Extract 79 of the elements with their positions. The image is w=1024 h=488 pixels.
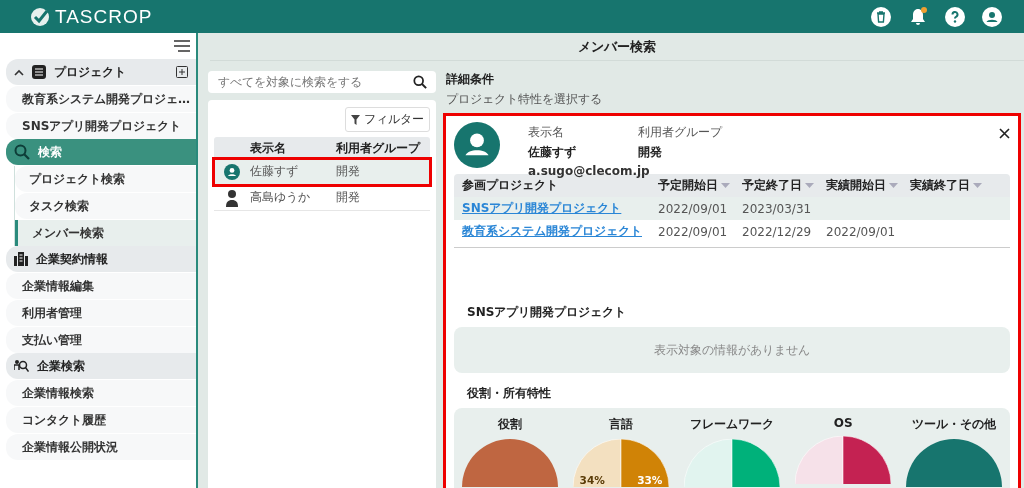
search-icon <box>14 144 30 160</box>
column-header[interactable]: 参画プロジェクト <box>462 177 558 194</box>
column-header[interactable]: 予定終了日 <box>742 177 802 194</box>
sidebar-group-label: 企業契約情報 <box>36 250 109 268</box>
table-cell: 2022/09/01 <box>826 224 896 239</box>
member-row[interactable]: 佐藤すず 開発 <box>214 159 430 185</box>
chart-title: 役割 <box>497 416 522 433</box>
sidebar-item[interactable]: 企業情報検索 <box>6 380 196 406</box>
sidebar-group-label: 検索 <box>38 143 63 161</box>
close-icon[interactable] <box>999 128 1010 139</box>
sidebar-group[interactable]: 企業検索 <box>6 353 196 379</box>
menu-icon[interactable] <box>174 40 190 52</box>
sidebar-item[interactable]: プロジェクト検索 <box>15 166 196 192</box>
member-name: 高島ゆうか <box>250 189 311 206</box>
section-title: 役割・所有特性 <box>466 385 552 402</box>
sidebar-group[interactable]: 検索 <box>6 139 196 165</box>
table-cell: 2023/03/31 <box>742 201 812 216</box>
table-cell: 2022/09/01 <box>658 201 728 216</box>
member-row[interactable]: 高島ゆうか 開発 <box>214 185 430 211</box>
user-account-icon[interactable] <box>982 6 1002 27</box>
sidebar-item[interactable]: メンバー検索 <box>15 220 196 246</box>
sidebar-group-label: プロジェクト <box>54 63 127 81</box>
member-name: 佐藤すず <box>528 144 577 161</box>
chart-title: 言語 <box>608 416 633 433</box>
slice-label: 33% <box>636 474 663 487</box>
avatar-icon <box>454 122 500 168</box>
sidebar-item[interactable]: 企業情報編集 <box>6 273 196 299</box>
sidebar-item[interactable]: 教育系システム開発プロジェ… <box>6 86 196 112</box>
table-row[interactable]: 教育系システム開発プロジェクト 2022/09/01 2022/12/29 2022/09/01 <box>454 220 1010 243</box>
search-icon[interactable] <box>413 75 427 89</box>
page-title: メンバー検索 <box>578 37 656 56</box>
member-email: a.sugo@clecom.jp <box>528 164 651 178</box>
column-header[interactable]: 実績開始日 <box>826 177 886 194</box>
check-logo-icon <box>30 6 50 27</box>
table-cell: 2022/09/01 <box>658 224 728 239</box>
sidebar-item[interactable]: 企業情報公開状況 <box>6 434 196 460</box>
sidebar-group[interactable]: プロジェクト <box>6 59 196 85</box>
help-icon[interactable] <box>945 6 965 27</box>
person-silhouette-icon <box>226 188 238 207</box>
sidebar-item[interactable]: コンタクト履歴 <box>6 407 196 433</box>
project-link[interactable]: 教育系システム開発プロジェクト <box>462 223 642 240</box>
sidebar-group[interactable]: 企業契約情報 <box>6 246 196 272</box>
app-logo-text: TASCROP <box>55 5 153 28</box>
people-search-icon <box>14 358 29 374</box>
section-title: SNSアプリ開発プロジェクト <box>466 304 628 321</box>
building-icon <box>14 252 28 266</box>
field-label: 表示名 <box>528 124 565 141</box>
table-row[interactable]: SNSアプリ開発プロジェクト 2022/09/01 2023/03/31 <box>454 197 1010 220</box>
field-label: 利用者グループ <box>638 124 724 141</box>
bell-icon[interactable] <box>908 6 928 27</box>
member-group: 開発 <box>336 189 430 206</box>
sidebar-item[interactable]: 利用者管理 <box>6 300 196 326</box>
search-field[interactable]: すべてを対象に検索をする <box>208 71 436 93</box>
chevron-icon[interactable] <box>14 68 24 76</box>
avatar-icon <box>224 163 240 180</box>
add-icon[interactable] <box>176 66 188 78</box>
sidebar-item[interactable]: タスク検索 <box>15 193 196 219</box>
member-group: 開発 <box>638 144 748 161</box>
slice-label: 34% <box>579 474 605 487</box>
column-header: 利用者グループ <box>336 139 422 157</box>
member-group: 開発 <box>336 163 430 180</box>
column-header[interactable]: 予定開始日 <box>658 177 718 194</box>
funnel-icon <box>351 114 360 125</box>
chart-title: フレームワーク <box>689 416 774 433</box>
sidebar-item[interactable]: 支払い管理 <box>6 327 196 353</box>
trash-icon[interactable] <box>871 6 891 27</box>
empty-state-box: 表示対象の情報がありません <box>454 327 1010 373</box>
conditions-heading: 詳細条件 <box>446 71 495 88</box>
column-header[interactable]: 実績終了日 <box>910 177 970 194</box>
sidebar-item[interactable]: SNSアプリ開発プロジェクト <box>6 113 196 139</box>
table-cell: 2022/12/29 <box>742 224 812 239</box>
list-icon <box>32 65 46 79</box>
column-header: 表示名 <box>250 139 287 157</box>
member-name: 佐藤すず <box>250 163 299 180</box>
filter-button[interactable]: フィルター <box>345 107 430 132</box>
chart-title: OS <box>833 416 853 430</box>
chart-title: ツール・その他 <box>912 416 997 433</box>
sidebar-group-label: 企業検索 <box>37 357 86 375</box>
conditions-hint: プロジェクト特性を選択する <box>446 91 603 108</box>
